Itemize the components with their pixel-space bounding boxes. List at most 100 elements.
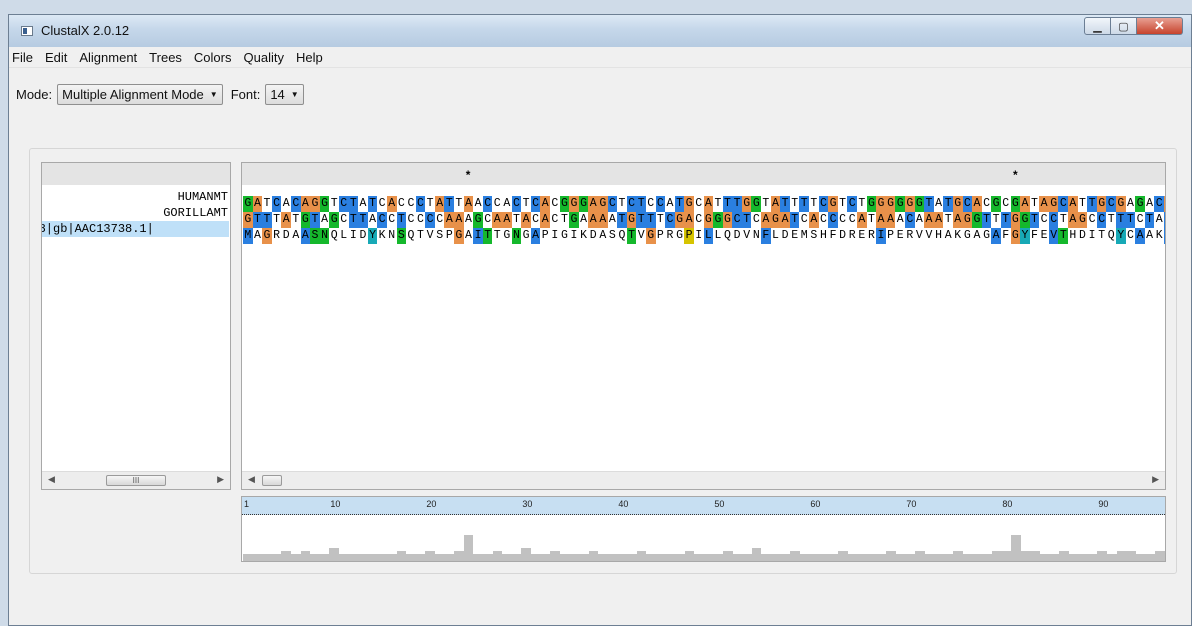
menu-file[interactable]: File bbox=[9, 50, 39, 65]
sequence-name[interactable]: GORILLAMT bbox=[163, 205, 228, 221]
residue: C bbox=[378, 197, 386, 210]
scroll-thumb[interactable]: III bbox=[106, 475, 166, 486]
residue: T bbox=[791, 197, 799, 210]
residue: T bbox=[656, 213, 664, 226]
scroll-right-icon[interactable]: ▶ bbox=[1152, 474, 1159, 485]
alignment-pane: * * GATCACAGGTCTATCACCCTATTAACCACTCACGGGA… bbox=[241, 162, 1166, 490]
quality-bar bbox=[454, 551, 464, 561]
quality-bar bbox=[463, 535, 474, 561]
residue: P bbox=[445, 229, 453, 242]
quality-bar bbox=[598, 554, 608, 561]
alignment-horizontal-scrollbar[interactable]: ◀ ▶ bbox=[242, 471, 1165, 489]
sequence-row[interactable]: GTTTATGTAGCTTACCTCCCCAAAGCAATACACTGAAAAT… bbox=[243, 212, 1165, 228]
residue: A bbox=[530, 228, 541, 244]
residue: R bbox=[867, 229, 875, 242]
mode-select[interactable]: Multiple Alignment Mode ▼ bbox=[57, 83, 223, 105]
residue: H bbox=[935, 229, 942, 242]
residue: A bbox=[386, 196, 397, 212]
scroll-thumb[interactable] bbox=[262, 475, 282, 486]
quality-bar bbox=[444, 554, 455, 561]
quality-bar bbox=[799, 554, 810, 561]
scroll-left-icon[interactable]: ◀ bbox=[248, 474, 255, 485]
residue: A bbox=[933, 212, 944, 228]
residue: A bbox=[281, 212, 291, 228]
residue: T bbox=[417, 229, 424, 242]
residue: G bbox=[991, 196, 1001, 212]
menu-edit[interactable]: Edit bbox=[39, 50, 73, 65]
residue: A bbox=[444, 212, 455, 228]
menu-help[interactable]: Help bbox=[290, 50, 329, 65]
quality-bar bbox=[838, 551, 848, 561]
residue: G bbox=[1135, 196, 1145, 212]
menu-bar: File Edit Alignment Trees Colors Quality… bbox=[9, 47, 1191, 68]
residue: N bbox=[319, 228, 330, 244]
menu-alignment[interactable]: Alignment bbox=[73, 50, 143, 65]
residue: A bbox=[369, 213, 376, 226]
residue: A bbox=[991, 228, 1001, 244]
residue: T bbox=[358, 212, 368, 228]
residue: T bbox=[1144, 212, 1155, 228]
residue: G bbox=[684, 196, 694, 212]
residue: A bbox=[359, 197, 367, 210]
residue: A bbox=[973, 229, 981, 242]
residue: C bbox=[819, 213, 827, 226]
residue: T bbox=[799, 196, 810, 212]
residue: K bbox=[1155, 229, 1163, 242]
names-horizontal-scrollbar[interactable]: ◀ III ▶ bbox=[42, 471, 230, 489]
residue: A bbox=[292, 229, 300, 242]
quality-bar bbox=[934, 554, 944, 561]
residue: V bbox=[915, 229, 923, 242]
quality-bar bbox=[319, 554, 330, 561]
residue: G bbox=[972, 212, 982, 228]
quality-bar bbox=[982, 554, 992, 561]
residue: R bbox=[666, 229, 674, 242]
quality-bar bbox=[915, 551, 925, 561]
residue: C bbox=[1048, 212, 1059, 228]
font-select[interactable]: 14 ▼ bbox=[265, 83, 304, 105]
scroll-right-icon[interactable]: ▶ bbox=[217, 474, 224, 485]
sequence-row[interactable]: MAGRDAASNQLIDYKNSQTVSPGAITTGNGAPIGIKDASQ… bbox=[243, 228, 1165, 244]
residue: T bbox=[839, 197, 847, 210]
residue: C bbox=[551, 197, 559, 210]
menu-trees[interactable]: Trees bbox=[143, 50, 188, 65]
sequence-row[interactable]: GATCACAGGTCTATCACCCTATTAACCACTCACGGGAGCT… bbox=[243, 196, 1165, 212]
residue: T bbox=[1125, 212, 1136, 228]
residue: V bbox=[925, 229, 933, 242]
caption-buttons: ▁ ▢ ✕ bbox=[1084, 17, 1183, 37]
residue: C bbox=[290, 196, 301, 212]
residue: G bbox=[751, 196, 762, 212]
residue: T bbox=[1031, 197, 1038, 210]
residue: A bbox=[876, 212, 886, 228]
quality-bar bbox=[1078, 554, 1088, 561]
residue: T bbox=[943, 196, 953, 212]
residue: P bbox=[684, 228, 694, 244]
title-bar[interactable]: ClustalX 2.0.12 ▁ ▢ ✕ bbox=[9, 15, 1191, 47]
close-button[interactable]: ✕ bbox=[1137, 17, 1183, 35]
residue: T bbox=[780, 196, 790, 212]
menu-quality[interactable]: Quality bbox=[238, 50, 290, 65]
residue: S bbox=[810, 229, 818, 242]
quality-bar bbox=[780, 554, 791, 561]
residue: G bbox=[243, 212, 253, 228]
quality-bar bbox=[675, 554, 685, 561]
menu-colors[interactable]: Colors bbox=[188, 50, 238, 65]
residue: T bbox=[1107, 213, 1115, 226]
residue: N bbox=[388, 229, 396, 242]
sequence-name[interactable]: HUMANMT bbox=[178, 189, 228, 205]
residue: D bbox=[359, 229, 367, 242]
quality-bar bbox=[579, 554, 589, 561]
residue: T bbox=[310, 212, 320, 228]
minimize-button[interactable]: ▁ bbox=[1084, 17, 1111, 35]
residue: M bbox=[800, 229, 808, 242]
scroll-left-icon[interactable]: ◀ bbox=[48, 474, 55, 485]
maximize-button[interactable]: ▢ bbox=[1111, 17, 1137, 35]
sequence-name-selected[interactable]: .308|gb|AAC13738.1| bbox=[42, 221, 229, 237]
conservation-star: * bbox=[1013, 168, 1018, 182]
residue: G bbox=[243, 196, 253, 212]
residue: F bbox=[1002, 229, 1010, 242]
quality-bar bbox=[329, 548, 339, 561]
residue: C bbox=[1106, 196, 1117, 212]
residue: A bbox=[597, 212, 608, 228]
residue: I bbox=[473, 228, 483, 244]
ruler-dots bbox=[242, 508, 1165, 512]
